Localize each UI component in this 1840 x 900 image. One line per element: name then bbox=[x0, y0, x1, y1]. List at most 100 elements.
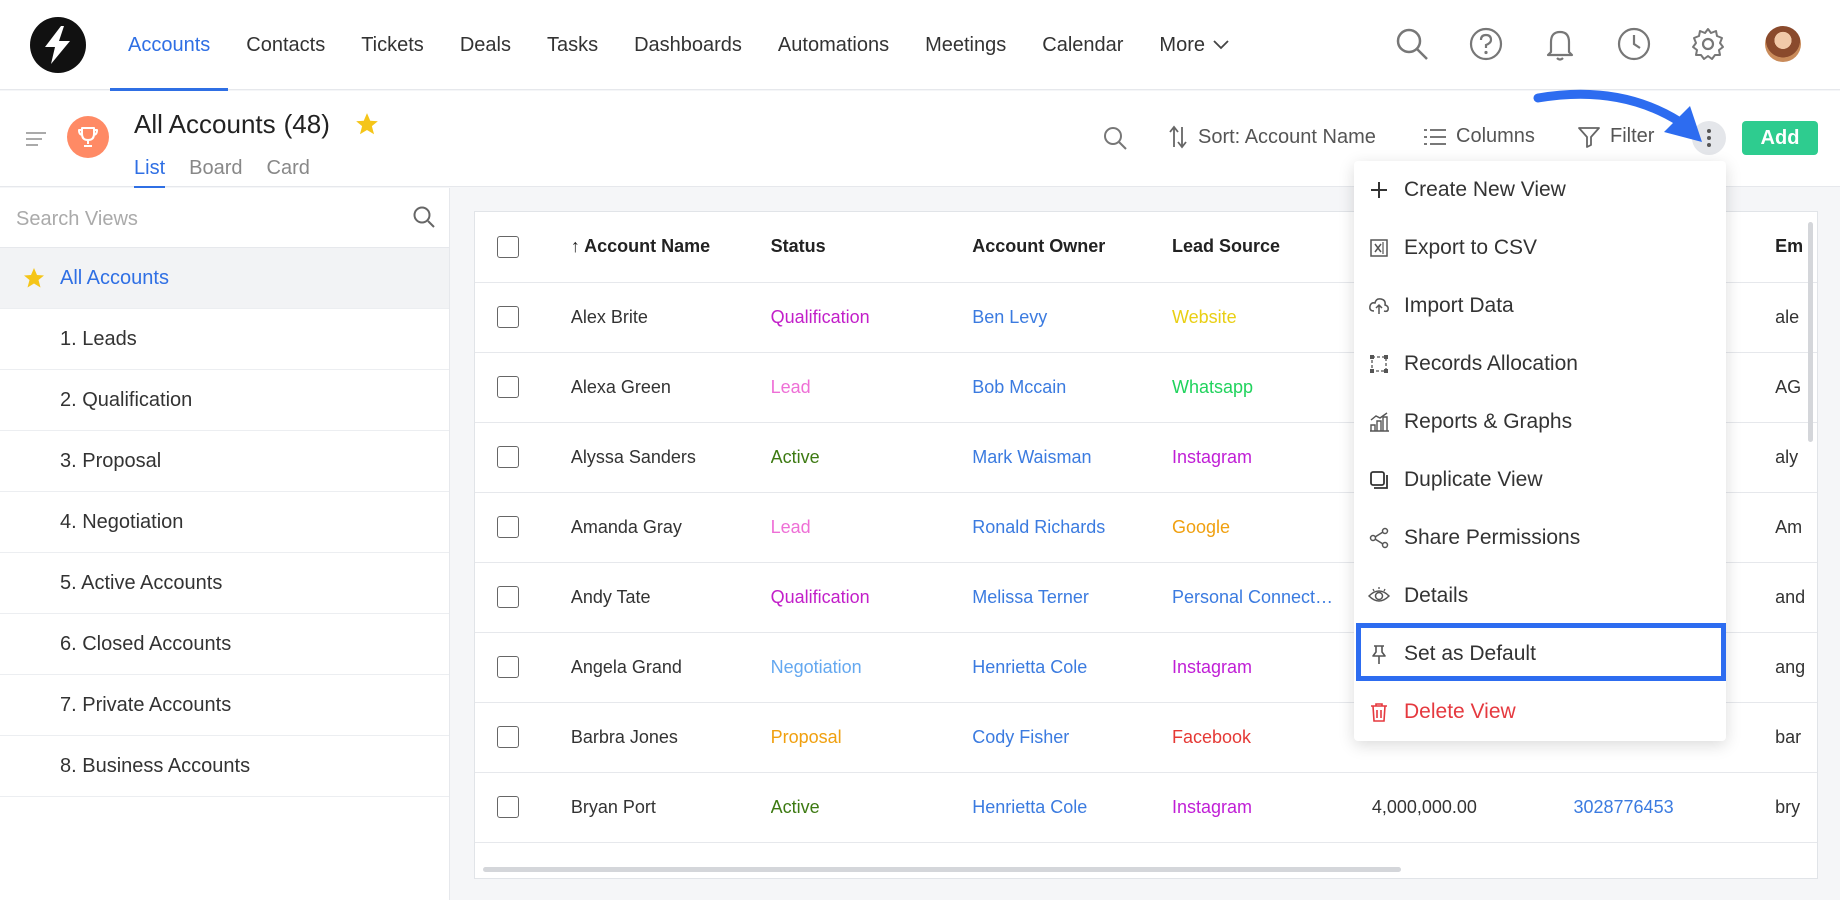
chevron-down-icon bbox=[1213, 40, 1229, 50]
menu-item-records-allocation[interactable]: Records Allocation bbox=[1354, 335, 1726, 393]
user-avatar[interactable] bbox=[1765, 26, 1801, 62]
search-icon[interactable] bbox=[1394, 26, 1430, 62]
account-owner-link[interactable]: Bob Mccain bbox=[972, 352, 1172, 423]
tab-board[interactable]: Board bbox=[189, 157, 242, 188]
star-icon bbox=[24, 268, 44, 288]
account-owner-link[interactable]: Ben Levy bbox=[972, 282, 1172, 353]
column-header-lead-source[interactable]: Lead Source bbox=[1171, 212, 1372, 283]
column-header-account-name[interactable]: ↑ Account Name bbox=[570, 212, 771, 283]
row-checkbox[interactable] bbox=[497, 586, 519, 609]
excel-icon bbox=[1370, 239, 1388, 257]
menu-item-create-new-view[interactable]: Create New View bbox=[1354, 161, 1726, 219]
nav-item-contacts[interactable]: Contacts bbox=[228, 0, 343, 90]
menu-item-reports-graphs[interactable]: Reports & Graphs bbox=[1354, 393, 1726, 451]
row-checkbox[interactable] bbox=[497, 516, 519, 539]
select-all-checkbox[interactable] bbox=[497, 235, 519, 258]
menu-item-export-to-csv[interactable]: Export to CSV bbox=[1354, 219, 1726, 277]
menu-item-label: Delete View bbox=[1404, 700, 1516, 723]
view-item-business-accounts[interactable]: 8. Business Accounts bbox=[0, 736, 449, 797]
account-owner-link[interactable]: Ronald Richards bbox=[972, 492, 1172, 563]
bell-icon[interactable] bbox=[1542, 26, 1578, 62]
email-cell: and bbox=[1775, 562, 1817, 633]
account-owner-link[interactable]: Henrietta Cole bbox=[972, 632, 1172, 703]
status-cell: Qualification bbox=[770, 282, 973, 353]
view-mode-tabs: List Board Card bbox=[134, 157, 310, 188]
nav-item-accounts[interactable]: Accounts bbox=[110, 0, 229, 91]
account-owner-link[interactable]: Henrietta Cole bbox=[972, 772, 1172, 843]
menu-icon[interactable] bbox=[26, 131, 46, 147]
search-views-input[interactable] bbox=[16, 204, 396, 234]
page-title-text: All Accounts bbox=[134, 109, 276, 139]
row-checkbox[interactable] bbox=[497, 306, 519, 329]
menu-item-details[interactable]: Details bbox=[1354, 567, 1726, 625]
column-header-status[interactable]: Status bbox=[770, 212, 973, 283]
table-search-icon[interactable] bbox=[1102, 125, 1128, 151]
add-button[interactable]: Add bbox=[1742, 121, 1818, 155]
nav-item-deals[interactable]: Deals bbox=[442, 0, 529, 90]
search-icon[interactable] bbox=[412, 205, 436, 229]
gear-icon[interactable] bbox=[1690, 26, 1726, 62]
row-checkbox[interactable] bbox=[497, 796, 519, 819]
horizontal-scrollbar[interactable] bbox=[483, 867, 1401, 872]
account-owner-link[interactable]: Cody Fisher bbox=[972, 702, 1172, 773]
status-cell: Active bbox=[770, 772, 973, 843]
view-item-private-accounts[interactable]: 7. Private Accounts bbox=[0, 675, 449, 736]
help-icon[interactable] bbox=[1468, 26, 1504, 62]
view-item-closed-accounts[interactable]: 6. Closed Accounts bbox=[0, 614, 449, 675]
phone-link[interactable]: 3028776453 bbox=[1573, 772, 1776, 843]
account-name-cell: Angela Grand bbox=[570, 632, 771, 703]
vertical-scrollbar[interactable] bbox=[1808, 222, 1813, 442]
clock-icon[interactable] bbox=[1616, 26, 1652, 62]
view-item-proposal[interactable]: 3. Proposal bbox=[0, 431, 449, 492]
columns-label: Columns bbox=[1456, 125, 1535, 147]
view-item-leads[interactable]: 1. Leads bbox=[0, 309, 449, 370]
menu-item-import-data[interactable]: Import Data bbox=[1354, 277, 1726, 335]
allocation-icon bbox=[1370, 355, 1388, 373]
row-checkbox[interactable] bbox=[497, 656, 519, 679]
status-cell: Lead bbox=[770, 492, 973, 563]
row-checkbox[interactable] bbox=[497, 376, 519, 399]
menu-item-share-permissions[interactable]: Share Permissions bbox=[1354, 509, 1726, 567]
account-name-cell: Alex Brite bbox=[570, 282, 771, 353]
status-cell: Proposal bbox=[770, 702, 973, 773]
nav-item-calendar[interactable]: Calendar bbox=[1024, 0, 1141, 90]
tab-list[interactable]: List bbox=[134, 157, 166, 188]
sort-asc-icon: ↑ bbox=[570, 236, 585, 257]
account-owner-link[interactable]: Melissa Terner bbox=[972, 562, 1172, 633]
nav-item-meetings[interactable]: Meetings bbox=[907, 0, 1024, 90]
nav-item-tasks[interactable]: Tasks bbox=[529, 0, 616, 90]
row-select-cell bbox=[475, 492, 571, 563]
lead-source-cell: Instagram bbox=[1171, 422, 1372, 493]
columns-button[interactable]: Columns bbox=[1424, 125, 1535, 148]
account-name-cell: Amanda Gray bbox=[570, 492, 771, 563]
menu-item-duplicate-view[interactable]: Duplicate View bbox=[1354, 451, 1726, 509]
menu-item-delete-view[interactable]: Delete View bbox=[1354, 683, 1726, 741]
app-logo[interactable] bbox=[30, 17, 86, 73]
nav-item-automations[interactable]: Automations bbox=[760, 0, 907, 90]
column-header-account-owner[interactable]: Account Owner bbox=[972, 212, 1172, 283]
table-row[interactable]: Bryan Port Active Henrietta Cole Instagram 4… bbox=[475, 772, 1817, 843]
row-checkbox[interactable] bbox=[497, 726, 519, 749]
view-item-all-accounts[interactable]: All Accounts bbox=[0, 248, 449, 309]
row-select-cell bbox=[475, 702, 571, 773]
account-owner-link[interactable]: Mark Waisman bbox=[972, 422, 1172, 493]
menu-item-label: Create New View bbox=[1404, 178, 1566, 201]
account-name-cell: Alyssa Sanders bbox=[570, 422, 771, 493]
lead-source-cell: Instagram bbox=[1171, 772, 1372, 843]
favorite-star-icon[interactable] bbox=[354, 111, 380, 137]
view-item-qualification[interactable]: 2. Qualification bbox=[0, 370, 449, 431]
tab-card[interactable]: Card bbox=[267, 157, 310, 188]
sort-icon bbox=[1169, 125, 1187, 149]
nav-item-dashboards[interactable]: Dashboards bbox=[616, 0, 760, 90]
more-label: More bbox=[1159, 33, 1205, 56]
row-checkbox[interactable] bbox=[497, 446, 519, 469]
account-name-cell: Alexa Green bbox=[570, 352, 771, 423]
account-name-cell: Bryan Port bbox=[570, 772, 771, 843]
nav-item-more[interactable]: More bbox=[1141, 0, 1247, 90]
view-item-label: 4. Negotiation bbox=[60, 510, 184, 533]
view-item-negotiation[interactable]: 4. Negotiation bbox=[0, 492, 449, 553]
view-item-active-accounts[interactable]: 5. Active Accounts bbox=[0, 553, 449, 614]
cloud-upload-icon bbox=[1369, 298, 1389, 314]
nav-item-tickets[interactable]: Tickets bbox=[343, 0, 442, 90]
sort-button[interactable]: Sort: Account Name bbox=[1168, 125, 1376, 149]
